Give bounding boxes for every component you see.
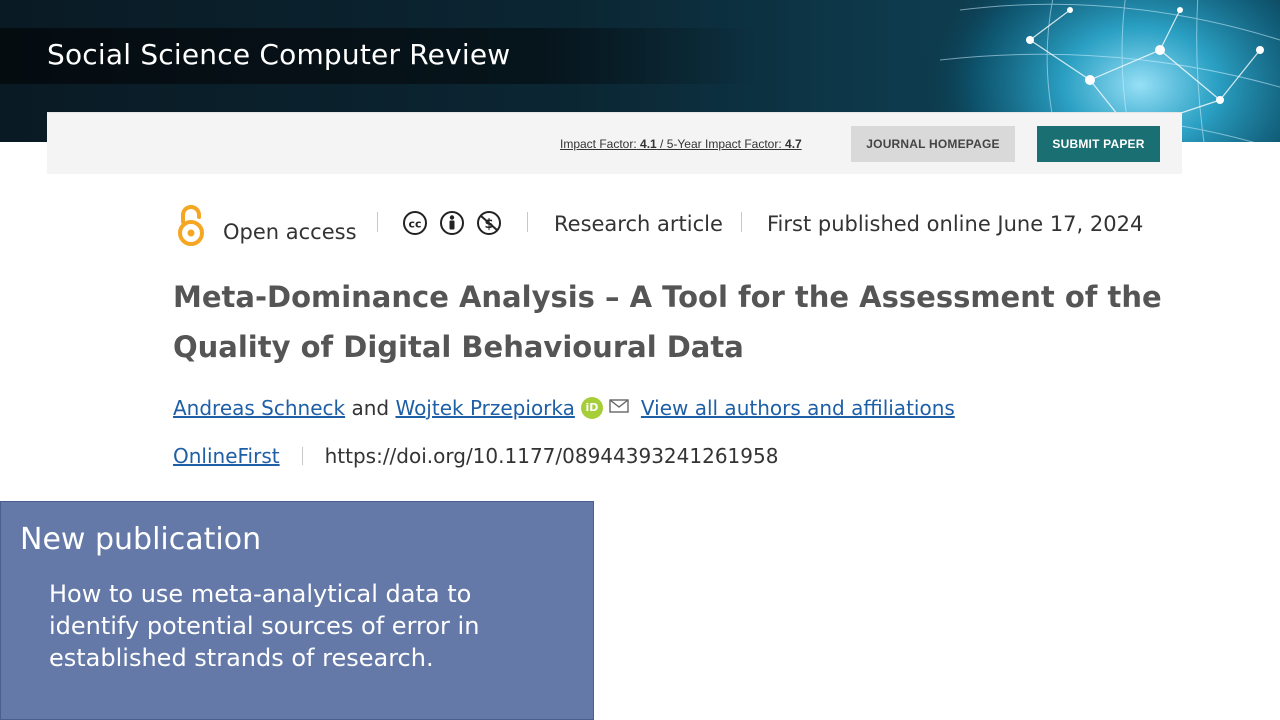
divider	[377, 212, 378, 232]
divider	[741, 212, 742, 232]
journal-title[interactable]: Social Science Computer Review	[47, 38, 510, 71]
svg-text:cc: cc	[408, 218, 421, 231]
doi-row: OnlineFirst https://doi.org/10.1177/08944…	[173, 444, 778, 468]
new-publication-box: New publication How to use meta-analytic…	[0, 501, 594, 720]
article-title: Meta-Dominance Analysis – A Tool for the…	[173, 280, 1162, 364]
by-icon[interactable]	[439, 210, 465, 236]
view-affiliations-link[interactable]: View all authors and affiliations	[641, 396, 955, 420]
published-date-label: First published online June 17, 2024	[767, 212, 1144, 236]
divider	[301, 447, 303, 465]
author-conjunction: and	[351, 396, 390, 420]
article-type-label: Research article	[554, 212, 723, 236]
doi-text[interactable]: https://doi.org/10.1177/0894439324126195…	[325, 444, 779, 468]
author-link-schneck[interactable]: Andreas Schneck	[173, 396, 345, 420]
new-publication-description: How to use meta-analytical data to ident…	[49, 580, 480, 672]
open-access-lock-icon	[178, 205, 204, 246]
onlinefirst-link[interactable]: OnlineFirst	[173, 444, 280, 468]
author-link-przepiorka[interactable]: Wojtek Przepiorka	[395, 396, 574, 420]
open-access-label: Open access	[223, 220, 357, 244]
submit-paper-button[interactable]: SUBMIT PAPER	[1037, 126, 1160, 162]
divider	[527, 212, 528, 232]
nc-icon[interactable]: $	[476, 210, 502, 236]
orcid-icon[interactable]: iD	[580, 397, 603, 419]
journal-homepage-button[interactable]: JOURNAL HOMEPAGE	[851, 126, 1015, 162]
journal-toolbar: Impact Factor: 4.1 / 5-Year Impact Facto…	[47, 112, 1182, 174]
article-meta-row: Open access cc $ Research article First …	[175, 200, 1175, 250]
impact-factor-link[interactable]: Impact Factor: 4.1 / 5-Year Impact Facto…	[560, 137, 802, 151]
authors-row: Andreas Schneck and Wojtek Przepiorka iD …	[173, 396, 955, 426]
cc-icon[interactable]: cc	[402, 210, 428, 236]
mail-icon[interactable]	[609, 399, 629, 413]
new-publication-heading: New publication	[20, 522, 262, 557]
